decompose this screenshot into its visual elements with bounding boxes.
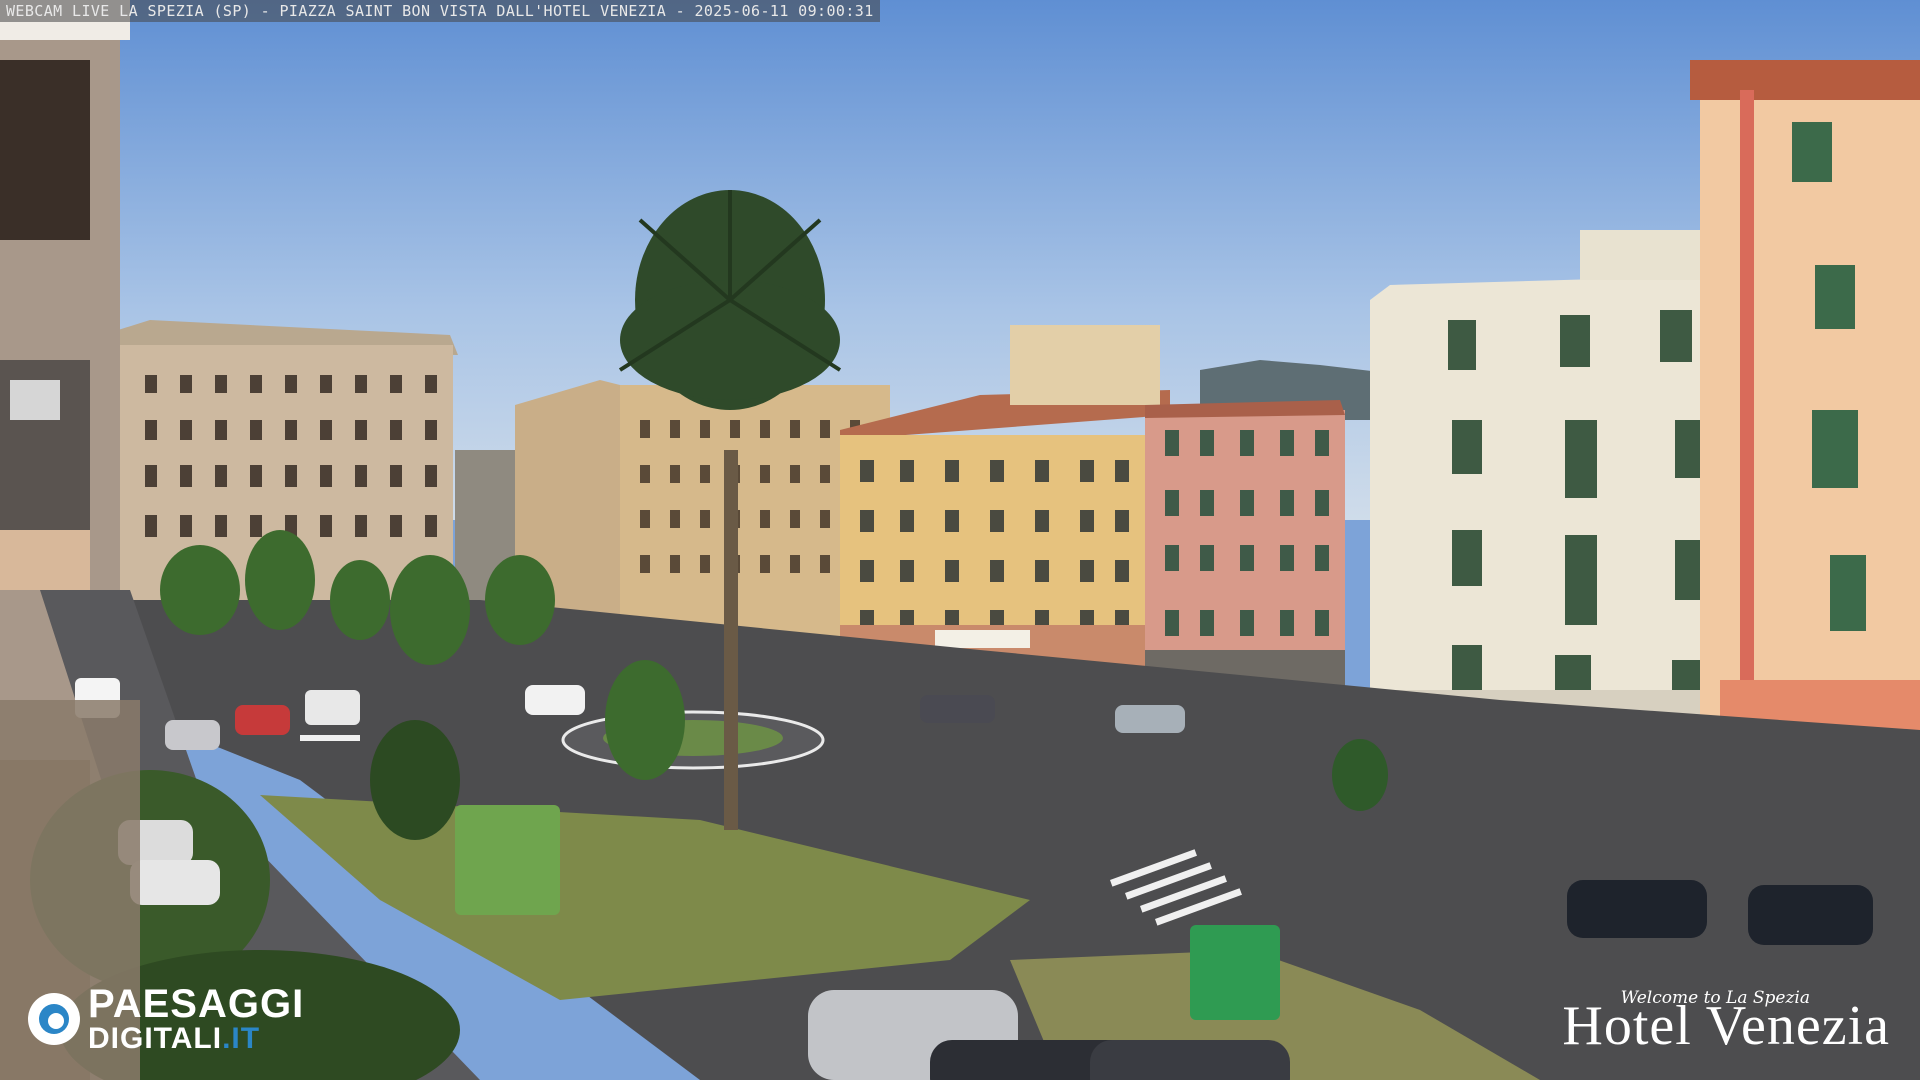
logo-line1: PAESAGGI <box>88 982 305 1026</box>
paesaggi-digitali-logo: PAESAGGI DIGITALI.IT <box>28 984 304 1054</box>
hotel-venezia-logo: Welcome to La Spezia Hotel Venezia <box>1562 988 1890 1058</box>
hotel-welcome-text: Welcome to La Spezia <box>1620 988 1810 1008</box>
webcam-caption-bar: WEBCAM LIVE LA SPEZIA (SP) - PIAZZA SAIN… <box>0 0 880 22</box>
logo-line2: DIGITALI <box>88 1022 223 1055</box>
pink-building <box>1145 400 1345 700</box>
camera-lens-icon <box>28 993 80 1045</box>
logo-suffix: .IT <box>222 1022 261 1055</box>
webcam-caption: WEBCAM LIVE LA SPEZIA (SP) - PIAZZA SAIN… <box>6 2 874 20</box>
webcam-scene <box>0 0 1920 1080</box>
